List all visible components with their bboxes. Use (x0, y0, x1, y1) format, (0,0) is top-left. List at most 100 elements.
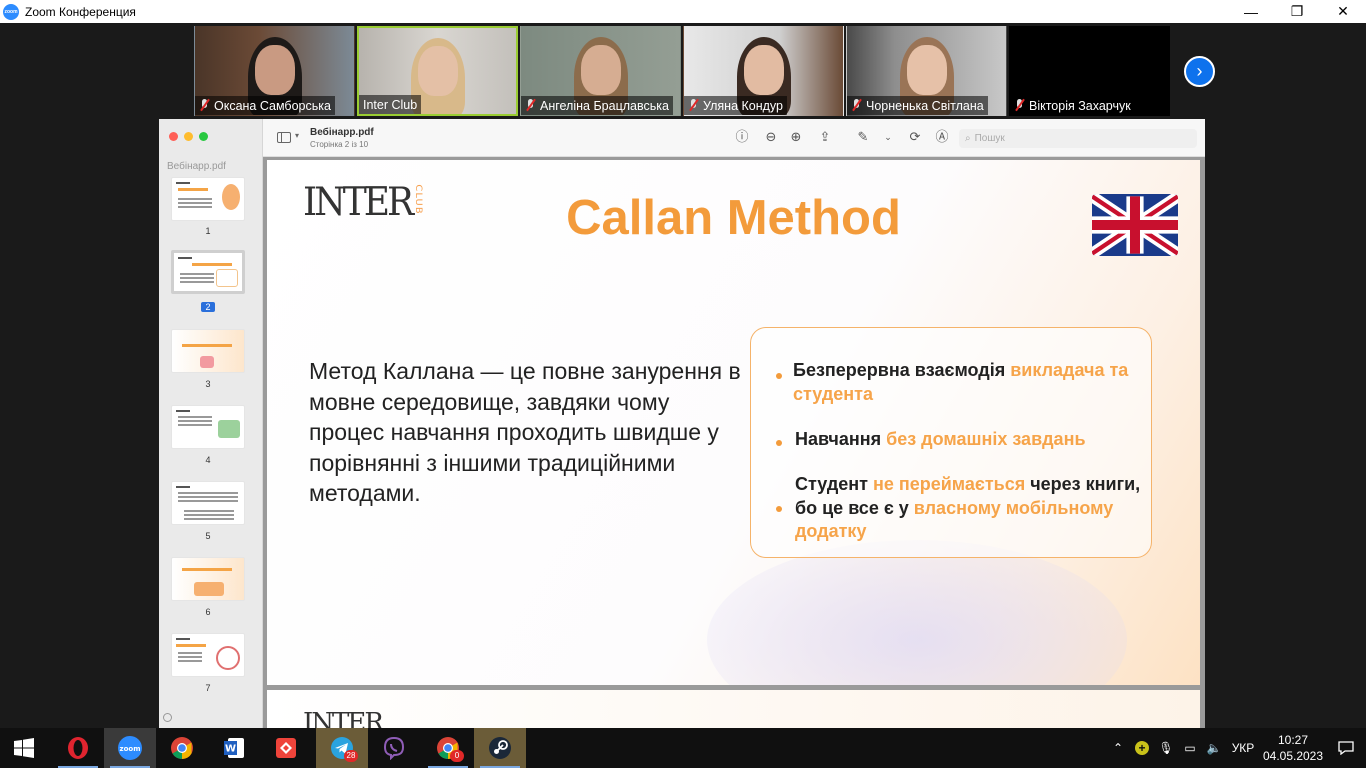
share-icon[interactable]: ⇪ (818, 130, 832, 144)
page-number: 1 (205, 226, 211, 236)
benefit-item: Безперервна взаємодія викладача та студе… (793, 360, 1129, 404)
annotate-icon[interactable]: Ⓐ (935, 130, 949, 144)
markup-pen-icon[interactable]: ✎ (856, 130, 870, 144)
benefit-item: Студент не переймається через книги, бо … (795, 474, 1141, 541)
participant-name: Вікторія Захарчук (1029, 98, 1131, 113)
windows-logo-icon (14, 738, 34, 758)
close-button[interactable]: ✕ (1320, 0, 1366, 23)
participant-nameplate: Уляна Кондур (684, 96, 787, 115)
page-number: 5 (205, 531, 211, 541)
chevron-down-icon[interactable]: ▾ (295, 131, 299, 140)
page-indicator: Сторінка 2 із 10 (310, 140, 369, 149)
preview-toolbar: ▾ Вебінарр.pdf Сторінка 2 із 10 ⓘ ⊖ ⊕ ⇪ … (263, 119, 1205, 157)
chrome-icon (171, 737, 193, 759)
info-icon[interactable]: ⓘ (735, 130, 749, 144)
participant-face (906, 45, 947, 95)
bullet-dot (776, 506, 782, 512)
taskbar-steam[interactable] (474, 728, 526, 768)
zoom-icon: zoom (118, 736, 142, 760)
minimize-button[interactable]: — (1228, 0, 1274, 23)
anydesk-icon (276, 738, 296, 758)
svg-text:zoom: zoom (120, 745, 141, 753)
page-thumbnail-5[interactable] (171, 481, 245, 525)
rotate-icon[interactable]: ⟳ (908, 130, 922, 144)
participant-tile[interactable]: Уляна Кондур (683, 26, 844, 116)
mic-muted-icon (199, 99, 210, 112)
search-icon: ⌕ (965, 133, 971, 144)
chevron-down-icon[interactable]: ⌄ (881, 130, 895, 144)
benefits-box: Безперервна взаємодія викладача та студе… (750, 327, 1152, 558)
benefit-item: Навчання без домашніх завдань (795, 429, 1086, 449)
taskbar-opera[interactable] (52, 728, 104, 768)
search-placeholder: Пошук (974, 133, 1005, 144)
zoom-out-icon[interactable]: ⊖ (764, 130, 778, 144)
search-field[interactable]: ⌕ Пошук (959, 129, 1197, 148)
taskbar-viber[interactable] (368, 728, 420, 768)
participant-face (417, 46, 458, 96)
participant-tile[interactable]: Оксана Самборська (194, 26, 355, 116)
page-number: 6 (205, 607, 211, 617)
next-participants-button[interactable]: › (1184, 56, 1215, 87)
notification-center-button[interactable] (1326, 728, 1366, 768)
minimize-traffic-light[interactable] (184, 132, 193, 141)
taskbar-zoom[interactable]: zoom (104, 728, 156, 768)
participant-strip: Оксана Самборська Inter Club Ангеліна Бр… (194, 26, 1170, 116)
document-name: Вебінарр.pdf (310, 127, 374, 138)
mic-muted-icon (1014, 99, 1025, 112)
sidebar-toggle-icon[interactable] (277, 132, 291, 143)
close-traffic-light[interactable] (169, 132, 178, 141)
zoom-in-icon[interactable]: ⊕ (789, 130, 803, 144)
notification-icon (1338, 741, 1354, 755)
page-thumbnail-6[interactable] (171, 557, 245, 601)
taskbar-telegram[interactable]: 28 (316, 728, 368, 768)
page-thumbnail-1[interactable] (171, 177, 245, 221)
bullet-dot (776, 373, 782, 379)
preview-sidebar: Вебінарр.pdf 1 2 3 4 5 6 7 (159, 119, 263, 728)
mic-muted-icon (851, 99, 862, 112)
windows-taskbar: zoom W 28 0 ⌃ + 🎙 ▭ 🔈 УКР 10:27 04.05.20… (0, 728, 1366, 768)
viber-icon (383, 736, 405, 760)
page-number: 4 (205, 455, 211, 465)
participant-name: Уляна Кондур (703, 98, 783, 113)
system-tray: ⌃ + 🎙 ▭ 🔈 УКР 10:27 04.05.2023 (1106, 728, 1366, 768)
participant-face (743, 45, 784, 95)
pdf-slide-page-3-partial: INTER (267, 690, 1200, 728)
participant-name: Оксана Самборська (214, 98, 331, 113)
page-thumbnail-2[interactable] (171, 250, 245, 294)
participant-tile[interactable]: Чорненька Світлана (846, 26, 1007, 116)
page-thumbnail-4[interactable] (171, 405, 245, 449)
taskbar-word[interactable]: W (208, 728, 260, 768)
participant-tile[interactable]: Ангеліна Брацлавська (520, 26, 681, 116)
svg-text:W: W (225, 744, 236, 755)
participant-nameplate: Оксана Самборська (195, 96, 335, 115)
restore-button[interactable]: ❐ (1274, 0, 1320, 23)
sidebar-options-icon[interactable] (163, 713, 172, 722)
page-thumbnail-7[interactable] (171, 633, 245, 677)
slide-body-text: Метод Каллана — це повне занурення в мов… (309, 358, 741, 506)
page-number: 7 (205, 683, 211, 693)
participant-tile-video-off[interactable]: Вікторія Захарчук (1009, 26, 1170, 116)
document-viewport[interactable]: INTER CLUB Callan Method Метод Каллана — … (263, 157, 1205, 728)
clock-time: 10:27 (1277, 733, 1309, 747)
taskbar-anydesk[interactable] (260, 728, 312, 768)
inter-club-logo: INTER (303, 708, 384, 728)
participant-tile-active-speaker[interactable]: Inter Club (357, 26, 518, 116)
page-number: 3 (205, 379, 211, 389)
participant-name: Inter Club (363, 97, 418, 112)
taskbar-chrome-2[interactable]: 0 (422, 728, 474, 768)
network-icon[interactable]: ▭ (1178, 741, 1202, 755)
language-indicator[interactable]: УКР (1226, 741, 1260, 755)
slide-title: Callan Method (566, 191, 901, 245)
clock[interactable]: 10:27 04.05.2023 (1260, 732, 1326, 764)
participant-name: Ангеліна Брацлавська (540, 98, 669, 113)
taskbar-chrome[interactable] (156, 728, 208, 768)
zoom-traffic-light[interactable] (199, 132, 208, 141)
page-thumbnail-3[interactable] (171, 329, 245, 373)
volume-icon[interactable]: 🔈 (1202, 741, 1226, 755)
start-button[interactable] (0, 728, 48, 768)
bullet-dot (776, 440, 782, 446)
status-plus-icon[interactable]: + (1130, 741, 1154, 755)
microphone-icon[interactable]: 🎙 (1154, 741, 1178, 755)
participant-name: Чорненька Світлана (866, 98, 984, 113)
show-hidden-icons-button[interactable]: ⌃ (1106, 741, 1130, 755)
